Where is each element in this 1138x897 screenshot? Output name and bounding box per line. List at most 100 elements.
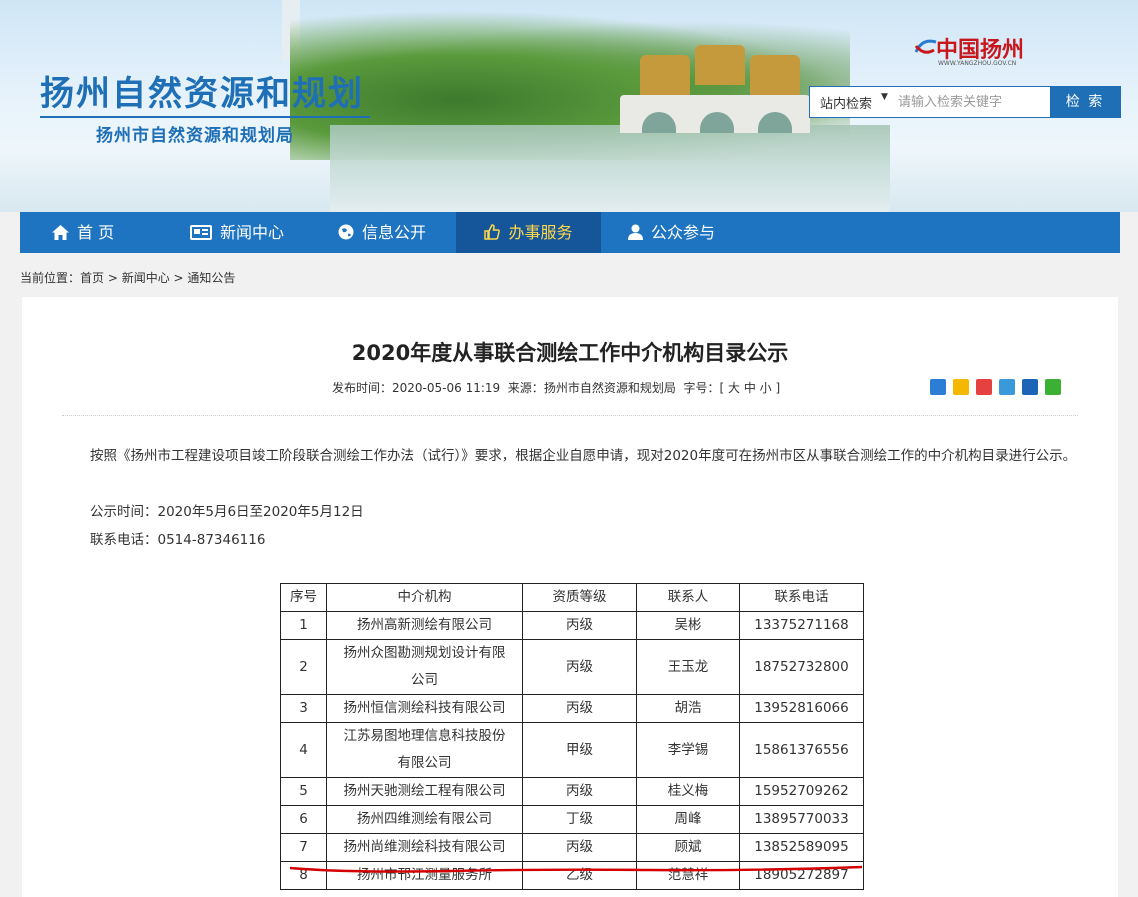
table-row: 2 扬州众图勘测规划设计有限 公司 丙级 王玉龙 18752732800 (280, 639, 864, 695)
row-org: 扬州四维测绘有限公司 (326, 805, 523, 834)
breadcrumb: 当前位置：首页 > 新闻中心 > 通知公告 (20, 269, 235, 286)
table-row: 3 扬州恒信测绘科技有限公司 丙级 胡浩 13952816066 (280, 694, 864, 723)
breadcrumb-prefix: 当前位置： (20, 271, 81, 285)
user-icon (628, 224, 643, 240)
nav-service[interactable]: 办事服务 (456, 212, 601, 253)
agency-table: 序号 中介机构 资质等级 联系人 联系电话 1 扬州高新测绘有限公司 丙级 吴彬… (280, 583, 864, 890)
logo-url: WWW.YANGZHOU.GOV.CN (938, 60, 1017, 67)
row-level: 丁级 (522, 805, 637, 834)
article-meta: 发布时间：2020-05-06 11:19 来源：扬州市自然资源和规划局 字号：… (332, 379, 780, 396)
row-org: 江苏易图地理信息科技股份 有限公司 (326, 722, 523, 778)
row-phone: 13952816066 (739, 694, 864, 723)
row-contact: 桂义梅 (636, 777, 740, 806)
breadcrumb-notice[interactable]: 通知公告 (187, 271, 235, 285)
nav-home[interactable]: 首 页 (52, 212, 114, 253)
row-no: 6 (280, 805, 327, 834)
row-level: 丙级 (522, 777, 637, 806)
row-no: 1 (280, 611, 327, 640)
row-contact: 周峰 (636, 805, 740, 834)
china-yangzhou-logo[interactable]: 中国扬州 WWW.YANGZHOU.GOV.CN (912, 30, 1032, 70)
search-input[interactable] (898, 91, 1048, 113)
row-org-line: 扬州众图勘测规划设计有限 (343, 645, 506, 661)
breadcrumb-news[interactable]: 新闻中心 (122, 271, 170, 285)
fontsize-large-button[interactable]: 大 (728, 381, 740, 395)
nav-home-label: 首 页 (77, 223, 115, 242)
wechat-icon[interactable] (1045, 379, 1061, 395)
search-button[interactable]: 检 索 (1050, 87, 1120, 117)
publish-label: 发布时间： (332, 381, 393, 395)
row-org: 扬州高新测绘有限公司 (326, 611, 523, 640)
fontsize-end: ] (775, 381, 781, 395)
fontsize-small-button[interactable]: 小 (760, 381, 772, 395)
row-org-line: 公司 (411, 672, 438, 688)
banner-water-image (330, 125, 890, 212)
pavilion-image (695, 45, 745, 85)
table-row: 1 扬州高新测绘有限公司 丙级 吴彬 13375271168 (280, 611, 864, 640)
renren-icon[interactable] (1022, 379, 1038, 395)
row-level: 丙级 (522, 611, 637, 640)
row-no: 7 (280, 833, 327, 862)
row-level: 丙级 (522, 694, 637, 723)
article-title: 2020年度从事联合测绘工作中介机构目录公示 (351, 341, 789, 365)
row-no: 4 (280, 722, 327, 778)
nav-info-label: 信息公开 (362, 223, 427, 242)
row-level: 丙级 (522, 833, 637, 862)
weibo-icon[interactable] (976, 379, 992, 395)
title-underline (40, 116, 370, 118)
globe-icon (338, 224, 354, 240)
search-scope-select[interactable]: 站内检索 (820, 93, 872, 112)
pavilion-image (640, 55, 690, 95)
publish-time: 2020-05-06 11:19 (392, 381, 501, 395)
row-phone: 13895770033 (739, 805, 864, 834)
row-org: 扬州恒信测绘科技有限公司 (326, 694, 523, 723)
table-header-cell: 资质等级 (522, 583, 637, 612)
header-banner: 扬州自然资源和规划 扬州市自然资源和规划局 中国扬州 WWW.YANGZHOU.… (0, 0, 1138, 212)
article-paragraph: 按照《扬州市工程建设项目竣工阶段联合测绘工作办法（试行）》要求，根据企业自愿申请… (90, 448, 1077, 464)
nav-news[interactable]: 新闻中心 (190, 212, 284, 253)
source-value: 扬州市自然资源和规划局 (543, 381, 676, 395)
row-org-line: 有限公司 (397, 755, 452, 771)
source-label: 来源： (507, 381, 544, 395)
row-no: 3 (280, 694, 327, 723)
qzone-icon[interactable] (953, 379, 969, 395)
article-card: 2020年度从事联合测绘工作中介机构目录公示 发布时间：2020-05-06 1… (22, 297, 1118, 897)
row-contact: 顾斌 (636, 833, 740, 862)
row-phone: 18752732800 (739, 639, 864, 695)
row-contact: 王玉龙 (636, 639, 740, 695)
home-icon (52, 225, 69, 240)
row-no: 5 (280, 777, 327, 806)
row-org: 扬州尚维测绘科技有限公司 (326, 833, 523, 862)
table-header-cell: 序号 (280, 583, 327, 612)
table-header-row: 序号 中介机构 资质等级 联系人 联系电话 (280, 583, 864, 612)
fontsize-label: 字号：[ (683, 381, 725, 395)
nav-participation[interactable]: 公众参与 (628, 212, 715, 253)
breadcrumb-home[interactable]: 首页 (80, 271, 104, 285)
row-contact: 吴彬 (636, 611, 740, 640)
search-box: 站内检索 ▼ 检 索 (809, 86, 1121, 118)
thumbs-up-icon (484, 224, 501, 240)
row-phone: 13852589095 (739, 833, 864, 862)
breadcrumb-sep: > (169, 271, 188, 285)
nav-participation-label: 公众参与 (651, 223, 716, 242)
newspaper-icon (190, 225, 212, 240)
row-phone: 15952709262 (739, 777, 864, 806)
site-subtitle: 扬州市自然资源和规划局 (96, 126, 294, 146)
pavilion-image (750, 55, 800, 95)
row-level: 丙级 (522, 639, 637, 695)
row-phone: 15861376556 (739, 722, 864, 778)
table-row: 7 扬州尚维测绘科技有限公司 丙级 顾斌 13852589095 (280, 833, 864, 862)
table-row: 5 扬州天驰测绘工程有限公司 丙级 桂义梅 15952709262 (280, 777, 864, 806)
nav-info[interactable]: 信息公开 (338, 212, 426, 253)
table-header-cell: 中介机构 (326, 583, 523, 612)
row-level: 甲级 (522, 722, 637, 778)
row-contact: 胡浩 (636, 694, 740, 723)
site-title: 扬州自然资源和规划 (40, 74, 364, 114)
notice-period: 公示时间：2020年5月6日至2020年5月12日 (90, 504, 364, 520)
tencent-weibo-icon[interactable] (999, 379, 1015, 395)
plus-share-icon[interactable] (930, 379, 946, 395)
chevron-down-icon[interactable]: ▼ (881, 92, 888, 102)
share-bar (930, 379, 1068, 397)
fontsize-medium-button[interactable]: 中 (744, 381, 756, 395)
table-header-cell: 联系电话 (739, 583, 864, 612)
breadcrumb-sep: > (104, 271, 122, 285)
